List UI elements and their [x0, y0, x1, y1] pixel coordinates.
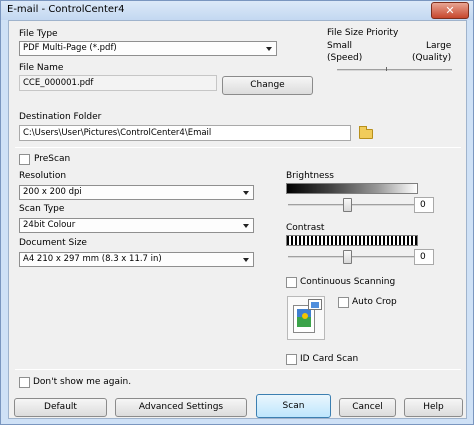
title-bar[interactable]: E-mail - ControlCenter4 ✕: [1, 1, 473, 20]
separator: [15, 147, 461, 148]
auto-crop-label: Auto Crop: [352, 297, 397, 307]
file-type-label: File Type: [19, 29, 58, 39]
change-button-label: Change: [250, 80, 285, 90]
file-type-value: PDF Multi-Page (*.pdf): [23, 43, 117, 53]
file-size-priority-label: File Size Priority: [327, 28, 399, 38]
change-file-name-button[interactable]: Change: [222, 76, 313, 95]
prescan-label: PreScan: [34, 154, 71, 164]
default-button[interactable]: Default: [14, 398, 107, 417]
file-size-large-label: Large: [426, 41, 452, 51]
continuous-scanning-label: Continuous Scanning: [300, 277, 396, 287]
contrast-value-field[interactable]: 0: [414, 249, 434, 265]
document-size-select[interactable]: A4 210 x 297 mm (8.3 x 11.7 in): [19, 252, 254, 267]
cropped-image-icon: [308, 299, 322, 310]
photo-icon: [297, 309, 311, 327]
document-size-label: Document Size: [19, 238, 87, 248]
brightness-gradient-bar: [286, 183, 418, 194]
brightness-slider-thumb[interactable]: [343, 198, 352, 212]
auto-crop-preview: [287, 296, 325, 340]
file-size-speed-label: (Speed): [327, 53, 363, 63]
contrast-stripe-bar: [286, 235, 418, 246]
default-button-label: Default: [44, 402, 77, 412]
file-name-label: File Name: [19, 63, 64, 73]
close-icon: ✕: [445, 4, 455, 17]
dialog-client-area: File Type PDF Multi-Page (*.pdf) File Si…: [8, 20, 467, 419]
destination-folder-label: Destination Folder: [19, 112, 102, 122]
help-button-label: Help: [423, 402, 444, 412]
close-button[interactable]: ✕: [431, 2, 469, 19]
help-button[interactable]: Help: [404, 398, 463, 417]
email-dialog-window: E-mail - ControlCenter4 ✕ File Type PDF …: [0, 0, 474, 425]
chevron-down-icon: [266, 47, 272, 51]
continuous-scanning-checkbox[interactable]: [286, 277, 297, 288]
file-type-select[interactable]: PDF Multi-Page (*.pdf): [19, 41, 277, 56]
advanced-settings-button[interactable]: Advanced Settings: [115, 398, 247, 417]
chevron-down-icon: [243, 224, 249, 228]
id-card-scan-checkbox[interactable]: [286, 354, 297, 365]
document-size-value: A4 210 x 297 mm (8.3 x 11.7 in): [23, 254, 162, 264]
advanced-settings-label: Advanced Settings: [138, 402, 224, 412]
prescan-checkbox[interactable]: [19, 154, 30, 165]
chevron-down-icon: [243, 258, 249, 262]
contrast-label: Contrast: [286, 223, 325, 233]
resolution-select[interactable]: 200 x 200 dpi: [19, 185, 254, 200]
resolution-label: Resolution: [19, 171, 67, 181]
file-size-slider-track[interactable]: [337, 69, 452, 71]
destination-folder-input[interactable]: C:\Users\User\Pictures\ControlCenter4\Em…: [19, 125, 351, 141]
scan-button-label: Scan: [282, 401, 305, 411]
brightness-value-field[interactable]: 0: [414, 197, 434, 213]
contrast-slider-track[interactable]: [288, 256, 416, 258]
dont-show-again-label: Don't show me again.: [33, 377, 132, 387]
file-size-quality-label: (Quality): [412, 53, 452, 63]
cancel-button-label: Cancel: [352, 402, 383, 412]
auto-crop-checkbox[interactable]: [338, 297, 349, 308]
scan-button[interactable]: Scan: [256, 394, 331, 418]
scan-type-label: Scan Type: [19, 204, 65, 214]
brightness-value: 0: [420, 200, 426, 210]
contrast-value: 0: [420, 252, 426, 262]
scan-type-value: 24bit Colour: [23, 220, 76, 230]
browse-folder-icon[interactable]: [359, 126, 373, 139]
separator: [15, 369, 461, 370]
file-size-small-label: Small: [327, 41, 352, 51]
chevron-down-icon: [243, 191, 249, 195]
contrast-slider-thumb[interactable]: [343, 250, 352, 264]
scan-type-select[interactable]: 24bit Colour: [19, 218, 254, 233]
destination-folder-value: C:\Users\User\Pictures\ControlCenter4\Em…: [23, 128, 212, 138]
resolution-value: 200 x 200 dpi: [23, 187, 82, 197]
brightness-slider-track[interactable]: [288, 204, 416, 206]
file-name-field: CCE_000001.pdf: [19, 75, 217, 91]
id-card-scan-label: ID Card Scan: [300, 354, 359, 364]
window-title: E-mail - ControlCenter4: [7, 4, 125, 15]
file-name-value: CCE_000001.pdf: [23, 78, 94, 88]
dont-show-again-checkbox[interactable]: [19, 377, 30, 388]
cancel-button[interactable]: Cancel: [339, 398, 396, 417]
brightness-label: Brightness: [286, 171, 334, 181]
file-size-slider-marker: [386, 67, 387, 71]
